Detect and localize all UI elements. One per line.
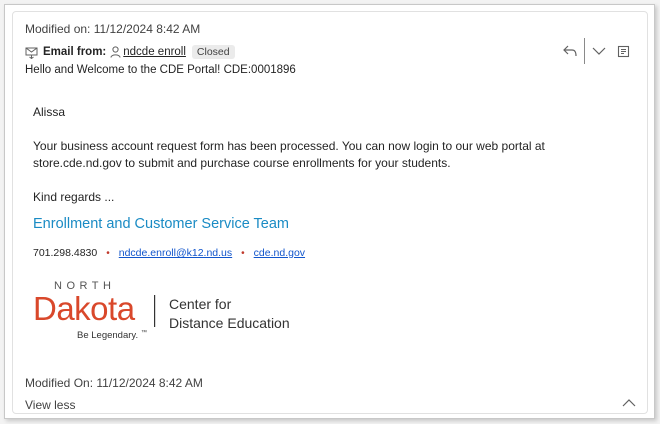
north-dakota-cde-logo: NORTH Dakota Be Legendary. ™ Center for … bbox=[33, 280, 290, 341]
more-actions-button[interactable] bbox=[587, 39, 611, 63]
email-from-label: Email from: bbox=[43, 46, 107, 58]
greeting-text: Alissa bbox=[33, 105, 66, 119]
view-less-link[interactable]: View less bbox=[25, 398, 75, 412]
email-subject: Hello and Welcome to the CDE Portal! CDE… bbox=[25, 64, 296, 76]
svg-text:Dakota: Dakota bbox=[33, 290, 136, 327]
contact-row: 701.298.4830 • ndcde.enroll@k12.nd.us • … bbox=[33, 245, 633, 262]
open-in-new-icon bbox=[617, 45, 629, 57]
website-link[interactable]: cde.nd.gov bbox=[254, 245, 305, 262]
email-link[interactable]: ndcde.enroll@k12.nd.us bbox=[119, 245, 232, 262]
sender-link[interactable]: ndcde enroll bbox=[123, 46, 186, 58]
phone-number: 701.298.4830 bbox=[33, 247, 98, 259]
email-card: Modified on: 11/12/2024 8:42 AM Email fr… bbox=[12, 11, 648, 414]
signoff-text: Kind regards ... bbox=[33, 190, 115, 204]
email-activity-icon bbox=[25, 47, 38, 59]
bullet-separator: • bbox=[241, 248, 245, 259]
status-badge: Closed bbox=[191, 45, 235, 59]
collapse-button[interactable] bbox=[621, 396, 637, 410]
svg-text:Distance Education: Distance Education bbox=[169, 315, 290, 331]
email-from-row: Email from: ndcde enroll Closed bbox=[25, 44, 235, 60]
open-record-button[interactable] bbox=[611, 39, 635, 63]
modified-on-label: Modified on: 11/12/2024 8:42 AM bbox=[25, 22, 201, 36]
actions-divider bbox=[584, 38, 585, 64]
team-signature: Enrollment and Customer Service Team bbox=[33, 216, 290, 232]
svg-text:Be Legendary.: Be Legendary. bbox=[77, 330, 138, 341]
person-icon bbox=[110, 46, 121, 58]
body-paragraph: Your business account request form has b… bbox=[33, 139, 545, 170]
email-body: Alissa Your business account request for… bbox=[33, 104, 633, 262]
modified-on-footer: Modified On: 11/12/2024 8:42 AM bbox=[25, 376, 203, 390]
reply-icon bbox=[563, 45, 577, 57]
svg-text:Center for: Center for bbox=[169, 296, 232, 312]
email-activity-panel: Modified on: 11/12/2024 8:42 AM Email fr… bbox=[4, 4, 655, 419]
svg-text:™: ™ bbox=[141, 329, 147, 336]
reply-button[interactable] bbox=[558, 39, 582, 63]
bullet-separator: • bbox=[106, 248, 110, 259]
chevron-up-icon bbox=[622, 399, 636, 407]
email-actions bbox=[558, 38, 635, 64]
chevron-down-icon bbox=[592, 47, 606, 55]
